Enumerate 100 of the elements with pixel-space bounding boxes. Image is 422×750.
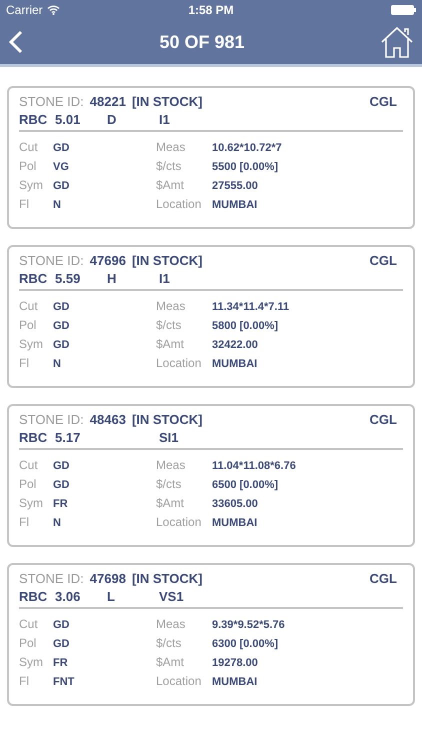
field-value: 6500 [0.00%] [212, 479, 280, 491]
field-label: $Amt [156, 337, 186, 351]
stock-status: [IN STOCK] [132, 571, 202, 586]
stone-id-label: STONE ID: [19, 412, 84, 427]
field-value: MUMBAI [212, 358, 258, 370]
field-label: Fl [19, 356, 30, 370]
stone-id: 48463 [90, 412, 126, 427]
field-label: Meas [156, 458, 186, 472]
field-label: Location [156, 515, 202, 529]
color-grade: D [107, 112, 116, 127]
field-label: $/cts [156, 636, 182, 650]
stone-id: 47698 [90, 571, 126, 586]
field-value: FR [53, 657, 69, 669]
carat: 3.06 [55, 589, 80, 604]
field-label: Meas [156, 140, 186, 154]
field-label: $/cts [156, 477, 182, 491]
field-value: 33605.00 [212, 498, 259, 510]
cut-type-label: RBC [19, 430, 48, 445]
field-value: MUMBAI [212, 517, 258, 529]
field-value: 9.39*9.52*5.76 [212, 619, 286, 631]
clarity: SI1 [159, 430, 179, 445]
status-time: 1:58 PM [188, 3, 234, 17]
field-value: GD [53, 339, 70, 351]
field-label: Pol [19, 636, 38, 650]
field-value: 32422.00 [212, 339, 259, 351]
field-value: GD [53, 320, 70, 332]
field-value: 11.34*11.4*7.11 [212, 301, 290, 313]
field-label: Meas [156, 299, 186, 313]
stone-id: 47696 [90, 253, 126, 268]
field-label: Sym [19, 496, 44, 510]
field-label: Sym [19, 337, 44, 351]
home-button[interactable] [380, 25, 414, 59]
field-value: GD [53, 619, 70, 631]
clarity: I1 [159, 112, 170, 127]
field-value: 6300 [0.00%] [212, 638, 280, 650]
stone-card[interactable]: STONE ID: 47698 [IN STOCK] RBC 3.06 L VS1 CGL Cut GD Meas 9.39*9.52*5.76 Pol GD $/cts 6300 [0.00%] Sym FR $Amt 19278.00 Fl FNT Location MUMBAI [7, 563, 415, 706]
stone-id-label: STONE ID: [19, 94, 84, 109]
field-label: Sym [19, 178, 44, 192]
carat: 5.59 [55, 271, 80, 286]
field-label: $Amt [156, 655, 186, 669]
cut-type-label: RBC [19, 112, 48, 127]
field-value: FNT [53, 676, 76, 688]
field-label: $Amt [156, 496, 186, 510]
stone-id-label: STONE ID: [19, 571, 84, 586]
field-value: 10.62*10.72*7 [212, 142, 283, 154]
field-label: $Amt [156, 178, 186, 192]
field-value: FR [53, 498, 69, 510]
field-value: GD [53, 142, 70, 154]
back-button[interactable] [8, 30, 24, 54]
field-label: Cut [19, 299, 39, 313]
field-label: Location [156, 674, 202, 688]
field-label: Cut [19, 617, 39, 631]
field-value: 5800 [0.00%] [212, 320, 280, 332]
wifi-icon [46, 5, 60, 15]
field-value: GD [53, 460, 70, 472]
carrier-label: Carrier [6, 3, 43, 17]
stone-id: 48221 [90, 94, 126, 109]
field-value: MUMBAI [212, 676, 258, 688]
field-value: N [53, 517, 62, 529]
carat: 5.01 [55, 112, 80, 127]
field-label: Fl [19, 197, 30, 211]
stock-status: [IN STOCK] [132, 253, 202, 268]
field-label: Fl [19, 515, 30, 529]
field-label: Cut [19, 140, 39, 154]
battery-icon [390, 5, 416, 15]
carat: 5.17 [55, 430, 80, 445]
clarity: VS1 [159, 589, 184, 604]
stock-status: [IN STOCK] [132, 94, 202, 109]
lab-name: CGL [370, 571, 397, 586]
field-label: $/cts [156, 318, 182, 332]
field-value: 11.04*11.08*6.76 [212, 460, 297, 472]
cut-type-label: RBC [19, 271, 48, 286]
color-grade: L [107, 589, 115, 604]
field-value: GD [53, 479, 70, 491]
field-value: N [53, 199, 62, 211]
stone-card[interactable]: STONE ID: 47696 [IN STOCK] RBC 5.59 H I1 CGL Cut GD Meas 11.34*11.4*7.11 Pol GD $/cts 5800 [0.00%] Sym GD $Amt 32422.00 Fl N Location MUMBAI [7, 245, 415, 388]
lab-name: CGL [370, 253, 397, 268]
field-label: Location [156, 356, 202, 370]
field-label: Fl [19, 674, 30, 688]
stone-id-label: STONE ID: [19, 253, 84, 268]
stock-status: [IN STOCK] [132, 412, 202, 427]
field-value: MUMBAI [212, 199, 258, 211]
stone-card[interactable]: STONE ID: 48221 [IN STOCK] RBC 5.01 D I1 CGL Cut GD Meas 10.62*10.72*7 Pol VG $/cts 5500 [0.00%] Sym GD $Amt 27555.00 Fl N Location MUMBAI [7, 86, 415, 229]
field-label: Meas [156, 617, 186, 631]
nav-title: 50 OF 981 [159, 32, 245, 52]
field-value: GD [53, 638, 70, 650]
cut-type-label: RBC [19, 589, 48, 604]
color-grade: H [107, 271, 116, 286]
field-label: Pol [19, 477, 38, 491]
field-value: 19278.00 [212, 657, 259, 669]
field-value: GD [53, 180, 70, 192]
field-value: 5500 [0.00%] [212, 161, 280, 173]
stone-card[interactable]: STONE ID: 48463 [IN STOCK] RBC 5.17 SI1 CGL Cut GD Meas 11.04*11.08*6.76 Pol GD $/cts 6500 [0.00%] Sym FR $Amt 33605.00 Fl N Location MUMBAI [7, 404, 415, 547]
field-label: Cut [19, 458, 39, 472]
field-label: Pol [19, 159, 38, 173]
lab-name: CGL [370, 412, 397, 427]
lab-name: CGL [370, 94, 397, 109]
field-value: GD [53, 301, 70, 313]
clarity: I1 [159, 271, 170, 286]
field-label: Pol [19, 318, 38, 332]
